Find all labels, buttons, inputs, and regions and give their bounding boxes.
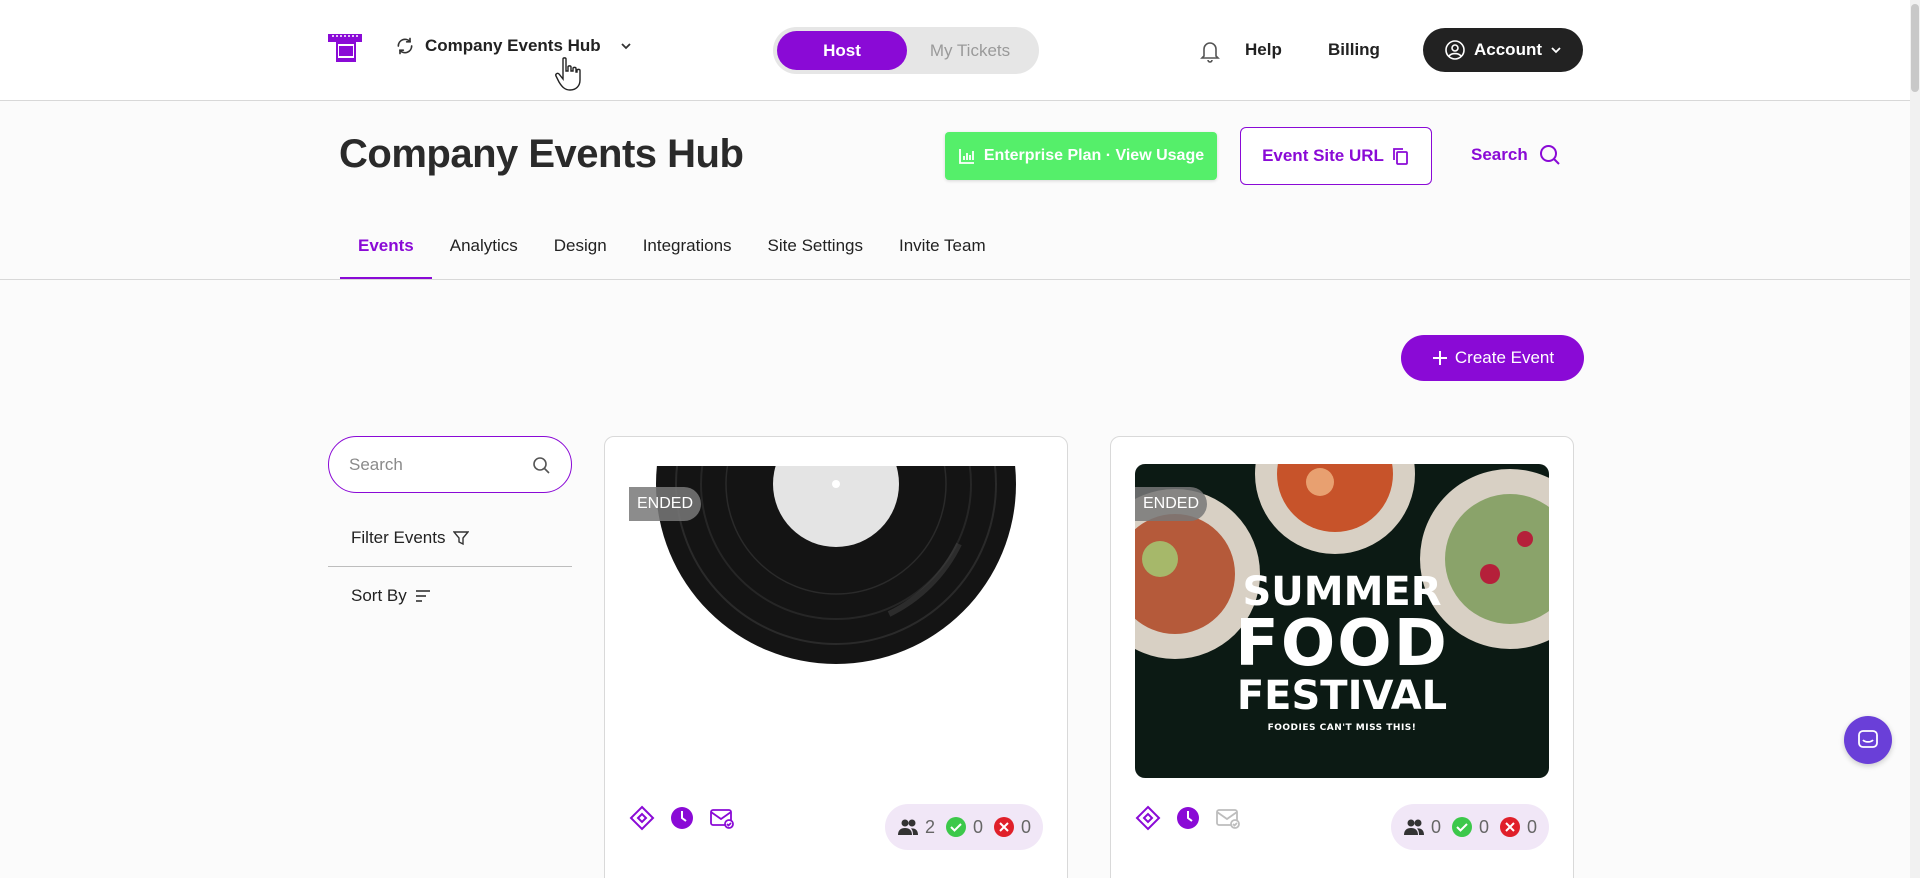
approved-stat: 0 — [945, 816, 983, 838]
tabs-divider — [0, 279, 1910, 280]
attendees-count: 0 — [1430, 816, 1441, 837]
filter-icon — [453, 531, 470, 546]
declined-stat: 0 — [1499, 816, 1537, 838]
workspace-name: Company Events Hub — [425, 36, 601, 55]
sort-icon — [415, 590, 430, 602]
event-search-input[interactable] — [349, 454, 519, 475]
event-card[interactable]: SUMMER FOOD FESTIVAL FOODIES CAN'T MISS … — [1110, 436, 1574, 878]
section-tabs: Events Analytics Design Integrations Sit… — [340, 236, 1004, 280]
host-tickets-toggle: Host My Tickets — [773, 27, 1039, 74]
festival-line-2: FOOD — [1235, 607, 1449, 681]
event-action-icons — [1135, 805, 1241, 831]
event-card[interactable]: ENDED 2 0 0 — [604, 436, 1068, 878]
event-action-icons — [629, 805, 735, 831]
chevron-down-icon — [621, 43, 631, 50]
filter-events-toggle[interactable]: Filter Events — [351, 528, 470, 548]
sync-icon — [397, 37, 413, 55]
event-status-badge: ENDED — [629, 487, 702, 521]
event-site-url-button[interactable]: Event Site URL — [1240, 127, 1432, 185]
billing-link[interactable]: Billing — [1328, 40, 1380, 60]
search-icon — [1539, 145, 1560, 165]
clock-icon[interactable] — [1175, 805, 1201, 831]
clock-icon[interactable] — [669, 805, 695, 831]
tab-site-settings[interactable]: Site Settings — [750, 236, 881, 280]
check-circle-icon — [1451, 817, 1472, 837]
event-site-url-label: Event Site URL — [1262, 146, 1384, 165]
ticket-icon[interactable] — [1135, 805, 1161, 831]
people-icon — [897, 819, 918, 835]
event-status-badge: ENDED — [1135, 487, 1208, 521]
approved-count: 0 — [972, 816, 983, 837]
page-title: Company Events Hub — [339, 132, 744, 176]
festival-line-3: FESTIVAL — [1236, 673, 1448, 719]
approved-count: 0 — [1478, 816, 1489, 837]
x-circle-icon — [993, 817, 1014, 837]
help-link[interactable]: Help — [1245, 40, 1282, 60]
ticket-logo-icon[interactable] — [326, 28, 366, 68]
ticket-icon[interactable] — [629, 805, 655, 831]
hand-cursor-icon — [555, 57, 581, 91]
top-navigation-bar: Company Events Hub Host My Tickets Help … — [0, 0, 1910, 101]
search-link[interactable]: Search — [1471, 143, 1562, 167]
bar-chart-icon — [958, 149, 974, 164]
tab-events[interactable]: Events — [340, 236, 432, 280]
mode-my-tickets-button[interactable]: My Tickets — [905, 31, 1035, 70]
people-icon — [1403, 819, 1424, 835]
attendees-stat: 2 — [897, 816, 935, 838]
account-label: Account — [1474, 40, 1542, 59]
tab-integrations[interactable]: Integrations — [625, 236, 750, 280]
approved-stat: 0 — [1451, 816, 1489, 838]
plus-icon — [1432, 351, 1447, 365]
mode-host-button[interactable]: Host — [777, 31, 907, 70]
festival-tagline: FOODIES CAN'T MISS THIS! — [1267, 723, 1417, 733]
tab-design[interactable]: Design — [536, 236, 625, 280]
declined-count: 0 — [1526, 816, 1537, 837]
declined-stat: 0 — [993, 816, 1031, 838]
create-event-label: Create Event — [1454, 348, 1555, 367]
chat-support-button[interactable] — [1844, 716, 1892, 764]
page-scrollbar[interactable] — [1910, 0, 1920, 878]
attendees-count: 2 — [924, 816, 935, 837]
event-stats: 0 0 0 — [1390, 804, 1549, 850]
enterprise-plan-label: Enterprise Plan · View Usage — [983, 147, 1205, 164]
enterprise-plan-button[interactable]: Enterprise Plan · View Usage — [945, 132, 1217, 180]
workspace-switcher[interactable]: Company Events Hub — [395, 36, 633, 56]
event-stats: 2 0 0 — [884, 804, 1043, 850]
festival-line-1: SUMMER — [1242, 569, 1442, 615]
x-circle-icon — [1499, 817, 1520, 837]
event-search-box — [328, 436, 572, 493]
search-icon[interactable] — [531, 455, 551, 475]
sort-by-toggle[interactable]: Sort By — [351, 586, 431, 606]
user-circle-icon — [1445, 40, 1465, 60]
chevron-down-icon — [1551, 47, 1561, 54]
check-circle-icon — [945, 817, 966, 837]
email-check-icon[interactable] — [1215, 805, 1241, 831]
scrollbar-thumb[interactable] — [1911, 4, 1919, 92]
search-link-label: Search — [1471, 145, 1528, 164]
declined-count: 0 — [1020, 816, 1031, 837]
sort-by-label: Sort By — [351, 586, 407, 605]
email-check-icon[interactable] — [709, 805, 735, 831]
filter-events-label: Filter Events — [351, 528, 446, 547]
attendees-stat: 0 — [1403, 816, 1441, 838]
copy-icon — [1393, 148, 1408, 165]
tab-invite-team[interactable]: Invite Team — [881, 236, 1004, 280]
tab-analytics[interactable]: Analytics — [432, 236, 536, 280]
sidebar-divider — [328, 566, 572, 567]
create-event-button[interactable]: Create Event — [1401, 335, 1584, 381]
account-button[interactable]: Account — [1423, 28, 1583, 72]
chat-icon — [1858, 730, 1878, 748]
bell-icon[interactable] — [1198, 38, 1222, 64]
